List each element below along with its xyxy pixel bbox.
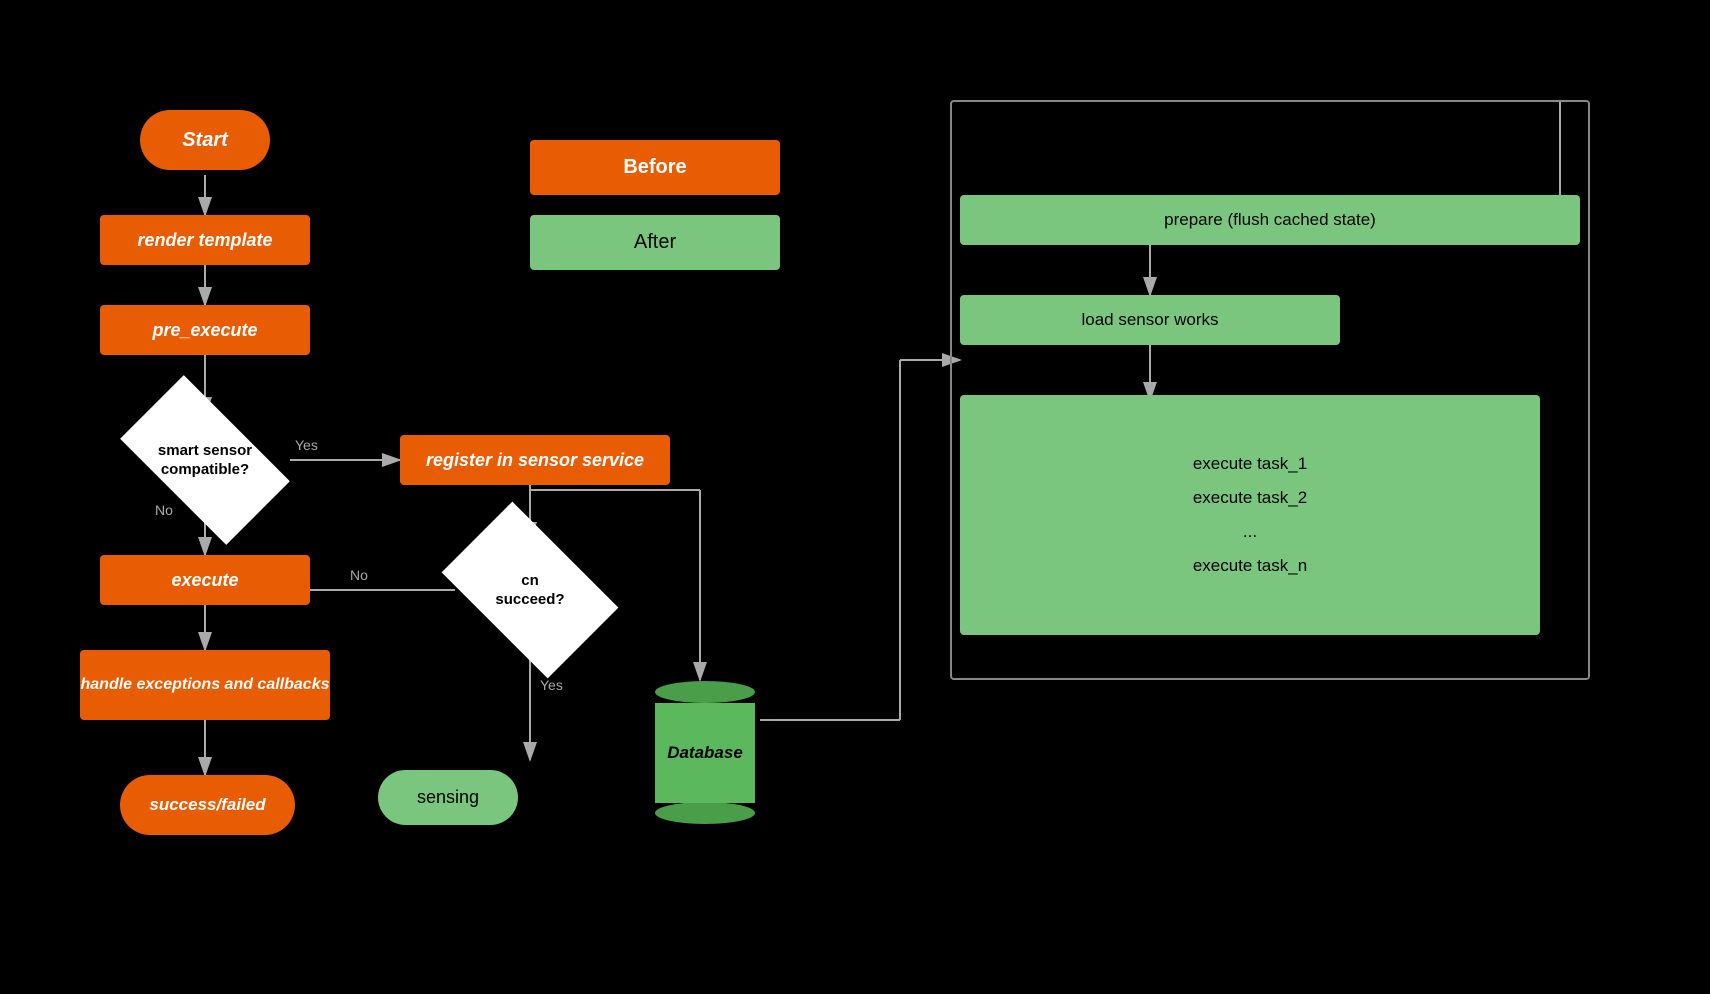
svg-text:Yes: Yes: [540, 677, 563, 693]
tasks-node: execute task_1 execute task_2 ... execut…: [960, 395, 1540, 635]
start-node: Start: [140, 110, 270, 170]
cn-succeed-diamond: cnsucceed?: [455, 540, 605, 640]
prepare-node: prepare (flush cached state): [960, 195, 1580, 245]
pre-execute-node: pre_execute: [100, 305, 310, 355]
task-1-label: execute task_1 execute task_2 ... execut…: [1193, 447, 1307, 583]
success-failed-node: success/failed: [120, 775, 295, 835]
legend-after: After: [530, 215, 780, 270]
svg-text:Yes: Yes: [295, 437, 318, 453]
legend-before: Before: [530, 140, 780, 195]
svg-text:No: No: [350, 567, 368, 583]
sensing-node: sensing: [378, 770, 518, 825]
database-node: Database: [650, 680, 760, 825]
execute-node: execute: [100, 555, 310, 605]
render-template-node: render template: [100, 215, 310, 265]
cn-succeed-label: cnsucceed?: [495, 571, 564, 610]
load-sensor-node: load sensor works: [960, 295, 1340, 345]
register-sensor-node: register in sensor service: [400, 435, 670, 485]
handle-exceptions-node: handle exceptions and callbacks: [80, 650, 330, 720]
smart-sensor-label: smart sensorcompatible?: [158, 441, 252, 480]
smart-sensor-diamond: smart sensorcompatible?: [130, 415, 280, 505]
